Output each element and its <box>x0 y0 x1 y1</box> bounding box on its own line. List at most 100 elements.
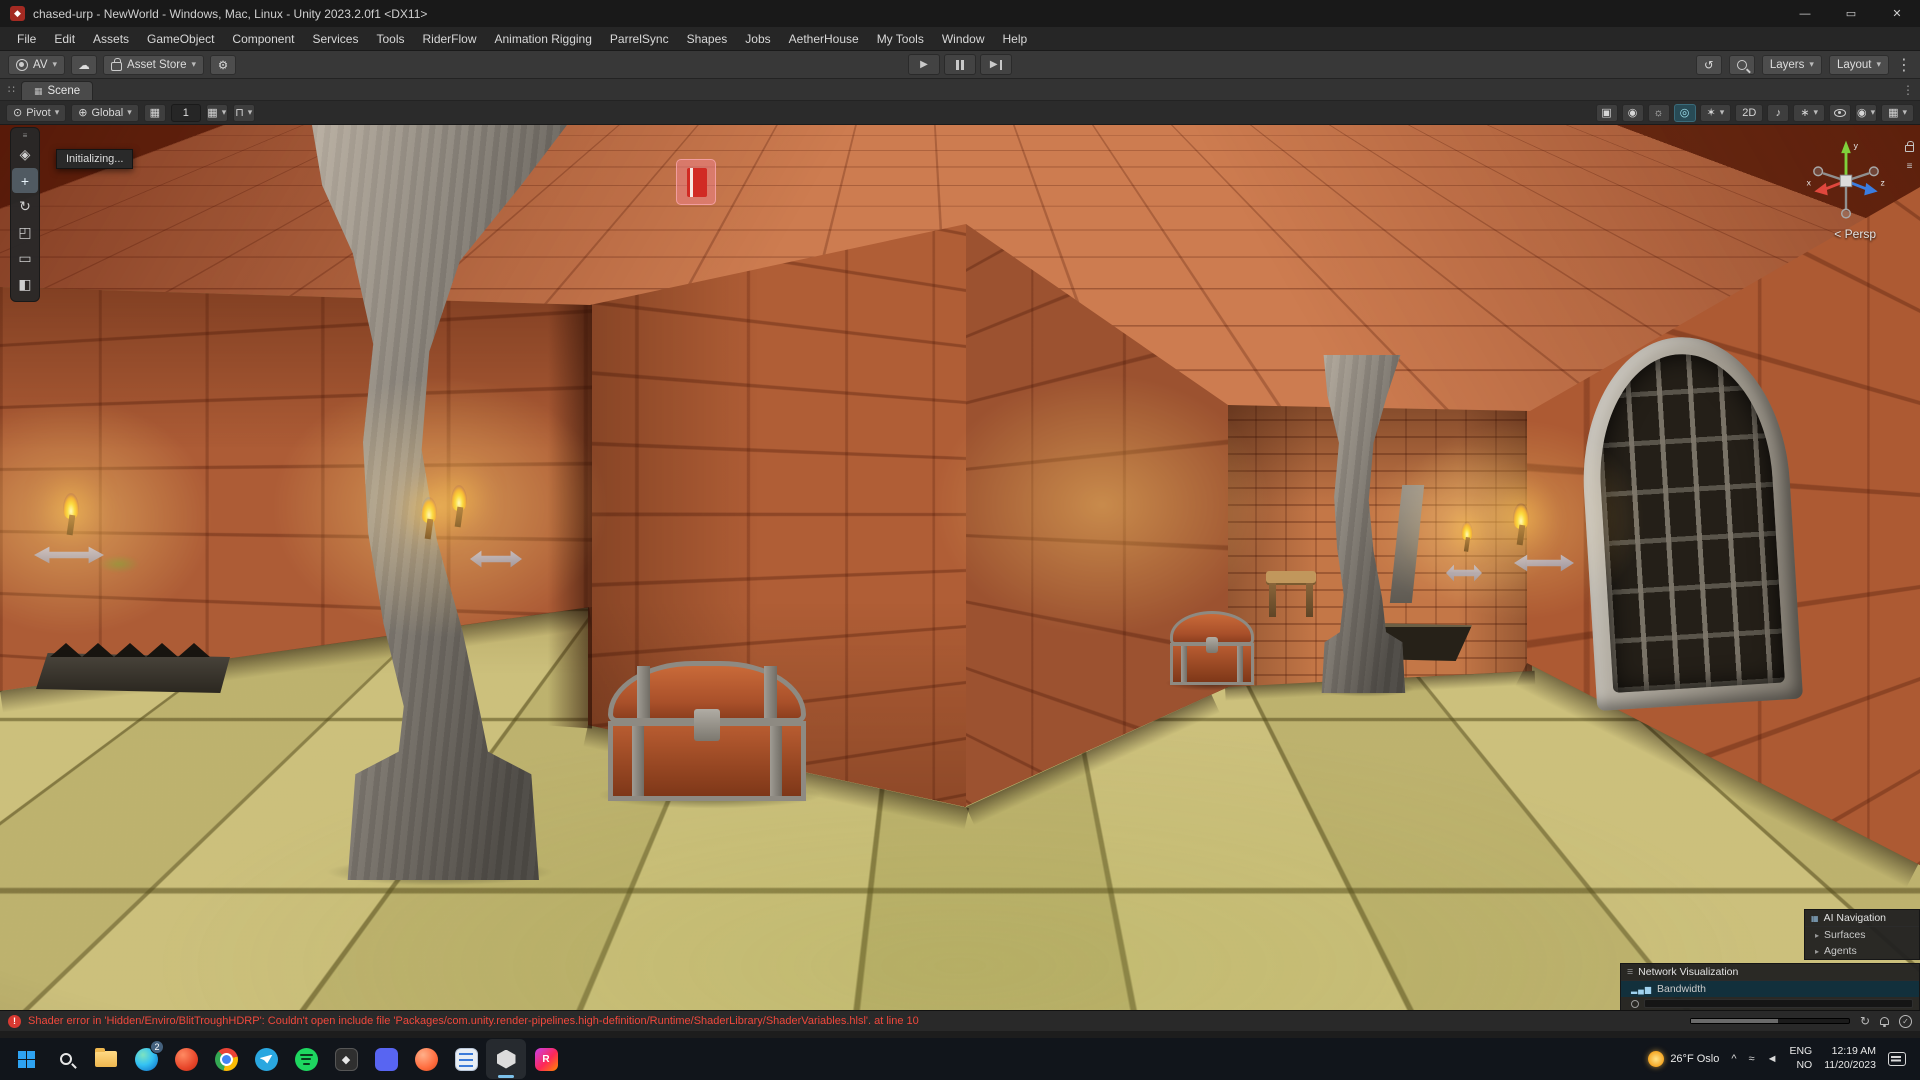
pane-grid-icon[interactable]: ∷ <box>8 83 15 96</box>
tool-handle-rotation-dropdown[interactable]: ⊕ Global ▾ <box>71 104 139 122</box>
perspective-mode-label[interactable]: < Persp <box>1834 227 1876 241</box>
rect-tool-button[interactable]: ▭ <box>12 246 38 271</box>
wall-torch[interactable] <box>1459 521 1475 554</box>
wall-torch[interactable] <box>1092 491 1114 537</box>
spiked-slab[interactable] <box>36 643 230 693</box>
grid-snap-toggle[interactable]: ▦ <box>144 104 166 122</box>
orientation-gizmo[interactable]: y x z <box>1798 131 1894 227</box>
play-button[interactable]: ▶ <box>908 54 940 75</box>
app-button[interactable] <box>406 1039 446 1079</box>
wooden-stool[interactable] <box>1266 571 1316 623</box>
menu-help[interactable]: Help <box>994 29 1037 49</box>
discord-button[interactable] <box>366 1039 406 1079</box>
menu-my-tools[interactable]: My Tools <box>868 29 933 49</box>
lock-icon[interactable] <box>1905 145 1914 152</box>
account-dropdown[interactable]: AV ▾ <box>8 55 65 75</box>
overlay-drag-handle[interactable]: ≡ <box>11 130 39 141</box>
skybox-toggle[interactable]: ◎ <box>1674 104 1696 122</box>
menu-riderflow[interactable]: RiderFlow <box>413 29 485 49</box>
wall-torch[interactable] <box>448 485 470 531</box>
menu-shapes[interactable]: Shapes <box>678 29 737 49</box>
volume-icon[interactable]: ◄ <box>1767 1053 1778 1065</box>
weather-widget[interactable]: 26°F Oslo <box>1648 1051 1719 1067</box>
notification-center-icon[interactable] <box>1888 1052 1906 1066</box>
wall-torch[interactable] <box>418 497 440 543</box>
tab-scene[interactable]: ▦ Scene <box>21 81 93 100</box>
brave-browser-button[interactable] <box>166 1039 206 1079</box>
chrome-browser-button[interactable] <box>206 1039 246 1079</box>
layout-dropdown[interactable]: Layout ▾ <box>1829 55 1889 75</box>
telegram-button[interactable] <box>246 1039 286 1079</box>
console-error-message[interactable]: Shader error in 'Hidden/Enviro/BlitTroug… <box>28 1015 919 1027</box>
undo-history-button[interactable]: ↺ <box>1696 55 1722 75</box>
menu-component[interactable]: Component <box>223 29 303 49</box>
network-icon[interactable]: ≈ <box>1749 1053 1755 1065</box>
menu-file[interactable]: File <box>8 29 45 49</box>
effects-dropdown[interactable]: ✶▾ <box>1700 104 1732 122</box>
network-filter-row[interactable] <box>1621 997 1919 1010</box>
network-filter-input[interactable] <box>1644 999 1913 1008</box>
menu-animation-rigging[interactable]: Animation Rigging <box>486 29 601 49</box>
status-bar[interactable]: ! Shader error in 'Hidden/Enviro/BlitTro… <box>0 1010 1920 1031</box>
ai-navigation-agents-row[interactable]: ▸ Agents <box>1805 943 1919 959</box>
barred-window[interactable] <box>1575 331 1803 711</box>
taskbar-search-button[interactable] <box>46 1039 86 1079</box>
treasure-chest-large[interactable] <box>608 661 806 801</box>
unity-hub-button[interactable]: ◆ <box>326 1039 366 1079</box>
network-visualization-header[interactable]: ≡ Network Visualization <box>1621 964 1919 981</box>
snap-increment-dropdown[interactable]: ⊓▾ <box>233 104 255 122</box>
spotify-button[interactable] <box>286 1039 326 1079</box>
menu-assets[interactable]: Assets <box>84 29 138 49</box>
maximize-button[interactable]: ▭ <box>1828 0 1874 27</box>
layers-dropdown[interactable]: Layers ▾ <box>1762 55 1822 75</box>
ai-navigation-surfaces-row[interactable]: ▸ Surfaces <box>1805 927 1919 943</box>
ai-navigation-header[interactable]: ▦ AI Navigation <box>1805 910 1919 927</box>
close-button[interactable]: ✕ <box>1874 0 1920 27</box>
scale-tool-button[interactable]: ◰ <box>12 220 38 245</box>
transform-tool-button[interactable]: ◧ <box>12 272 38 297</box>
pane-menu-icon[interactable]: ⋮ <box>1902 83 1914 97</box>
menu-gameobject[interactable]: GameObject <box>138 29 223 49</box>
scene-gizmo-billboard-icon[interactable] <box>676 159 716 205</box>
menu-services[interactable]: Services <box>303 29 367 49</box>
wall-torch[interactable] <box>60 493 82 539</box>
menu-jobs[interactable]: Jobs <box>736 29 779 49</box>
tool-handle-pivot-dropdown[interactable]: ⊙ Pivot ▾ <box>6 104 66 122</box>
scene-viewport[interactable]: ≡ ◈ + ↻ ◰ ▭ ◧ Initializing... y x z < Pe… <box>0 125 1920 1010</box>
text-editor-button[interactable] <box>446 1039 486 1079</box>
view-tool-button[interactable]: ◈ <box>12 142 38 167</box>
mode-2d-toggle[interactable]: 2D <box>1735 104 1763 122</box>
unity-editor-button[interactable] <box>486 1039 526 1079</box>
menu-aetherhouse[interactable]: AetherHouse <box>780 29 868 49</box>
refresh-icon[interactable]: ↻ <box>1860 1014 1870 1028</box>
pause-button[interactable] <box>944 54 976 75</box>
menu-window[interactable]: Window <box>933 29 994 49</box>
grid-size-input[interactable] <box>171 104 201 122</box>
render-doc-button[interactable]: ▣ <box>1596 104 1618 122</box>
edge-browser-button[interactable]: 2 <box>126 1039 166 1079</box>
menu-edit[interactable]: Edit <box>45 29 84 49</box>
grid-settings-dropdown[interactable]: ▦▾ <box>206 104 228 122</box>
hidden-icons-button[interactable]: ^ <box>1731 1053 1736 1065</box>
minimize-button[interactable]: — <box>1782 0 1828 27</box>
status-check-icon[interactable]: ✓ <box>1899 1015 1912 1028</box>
asset-store-button[interactable]: Asset Store ▾ <box>103 55 204 75</box>
cloud-services-button[interactable]: ☁ <box>71 55 97 75</box>
step-button[interactable]: ▶ <box>980 54 1012 75</box>
menu-parrelsync[interactable]: ParrelSync <box>601 29 678 49</box>
move-tool-button[interactable]: + <box>12 168 38 193</box>
notification-bell-icon[interactable] <box>1880 1017 1889 1025</box>
toolbar-overflow-icon[interactable]: ⋮ <box>1896 55 1912 75</box>
file-explorer-button[interactable] <box>86 1039 126 1079</box>
treasure-chest-small[interactable] <box>1170 611 1254 685</box>
settings-button[interactable]: ⚙ <box>210 55 236 75</box>
scene-visibility-toggle[interactable] <box>1829 104 1851 122</box>
scene-fx-dropdown[interactable]: ∗▾ <box>1793 104 1825 122</box>
search-button[interactable] <box>1729 55 1755 75</box>
menu-tools[interactable]: Tools <box>367 29 413 49</box>
clock[interactable]: 12:19 AM 11/20/2023 <box>1824 1045 1876 1072</box>
language-switcher[interactable]: ENG NO <box>1789 1045 1812 1072</box>
camera-cycle-dropdown[interactable]: ◉▾ <box>1855 104 1877 122</box>
wall-torch[interactable] <box>1510 503 1532 549</box>
scene-camera-button[interactable]: ◉ <box>1622 104 1644 122</box>
